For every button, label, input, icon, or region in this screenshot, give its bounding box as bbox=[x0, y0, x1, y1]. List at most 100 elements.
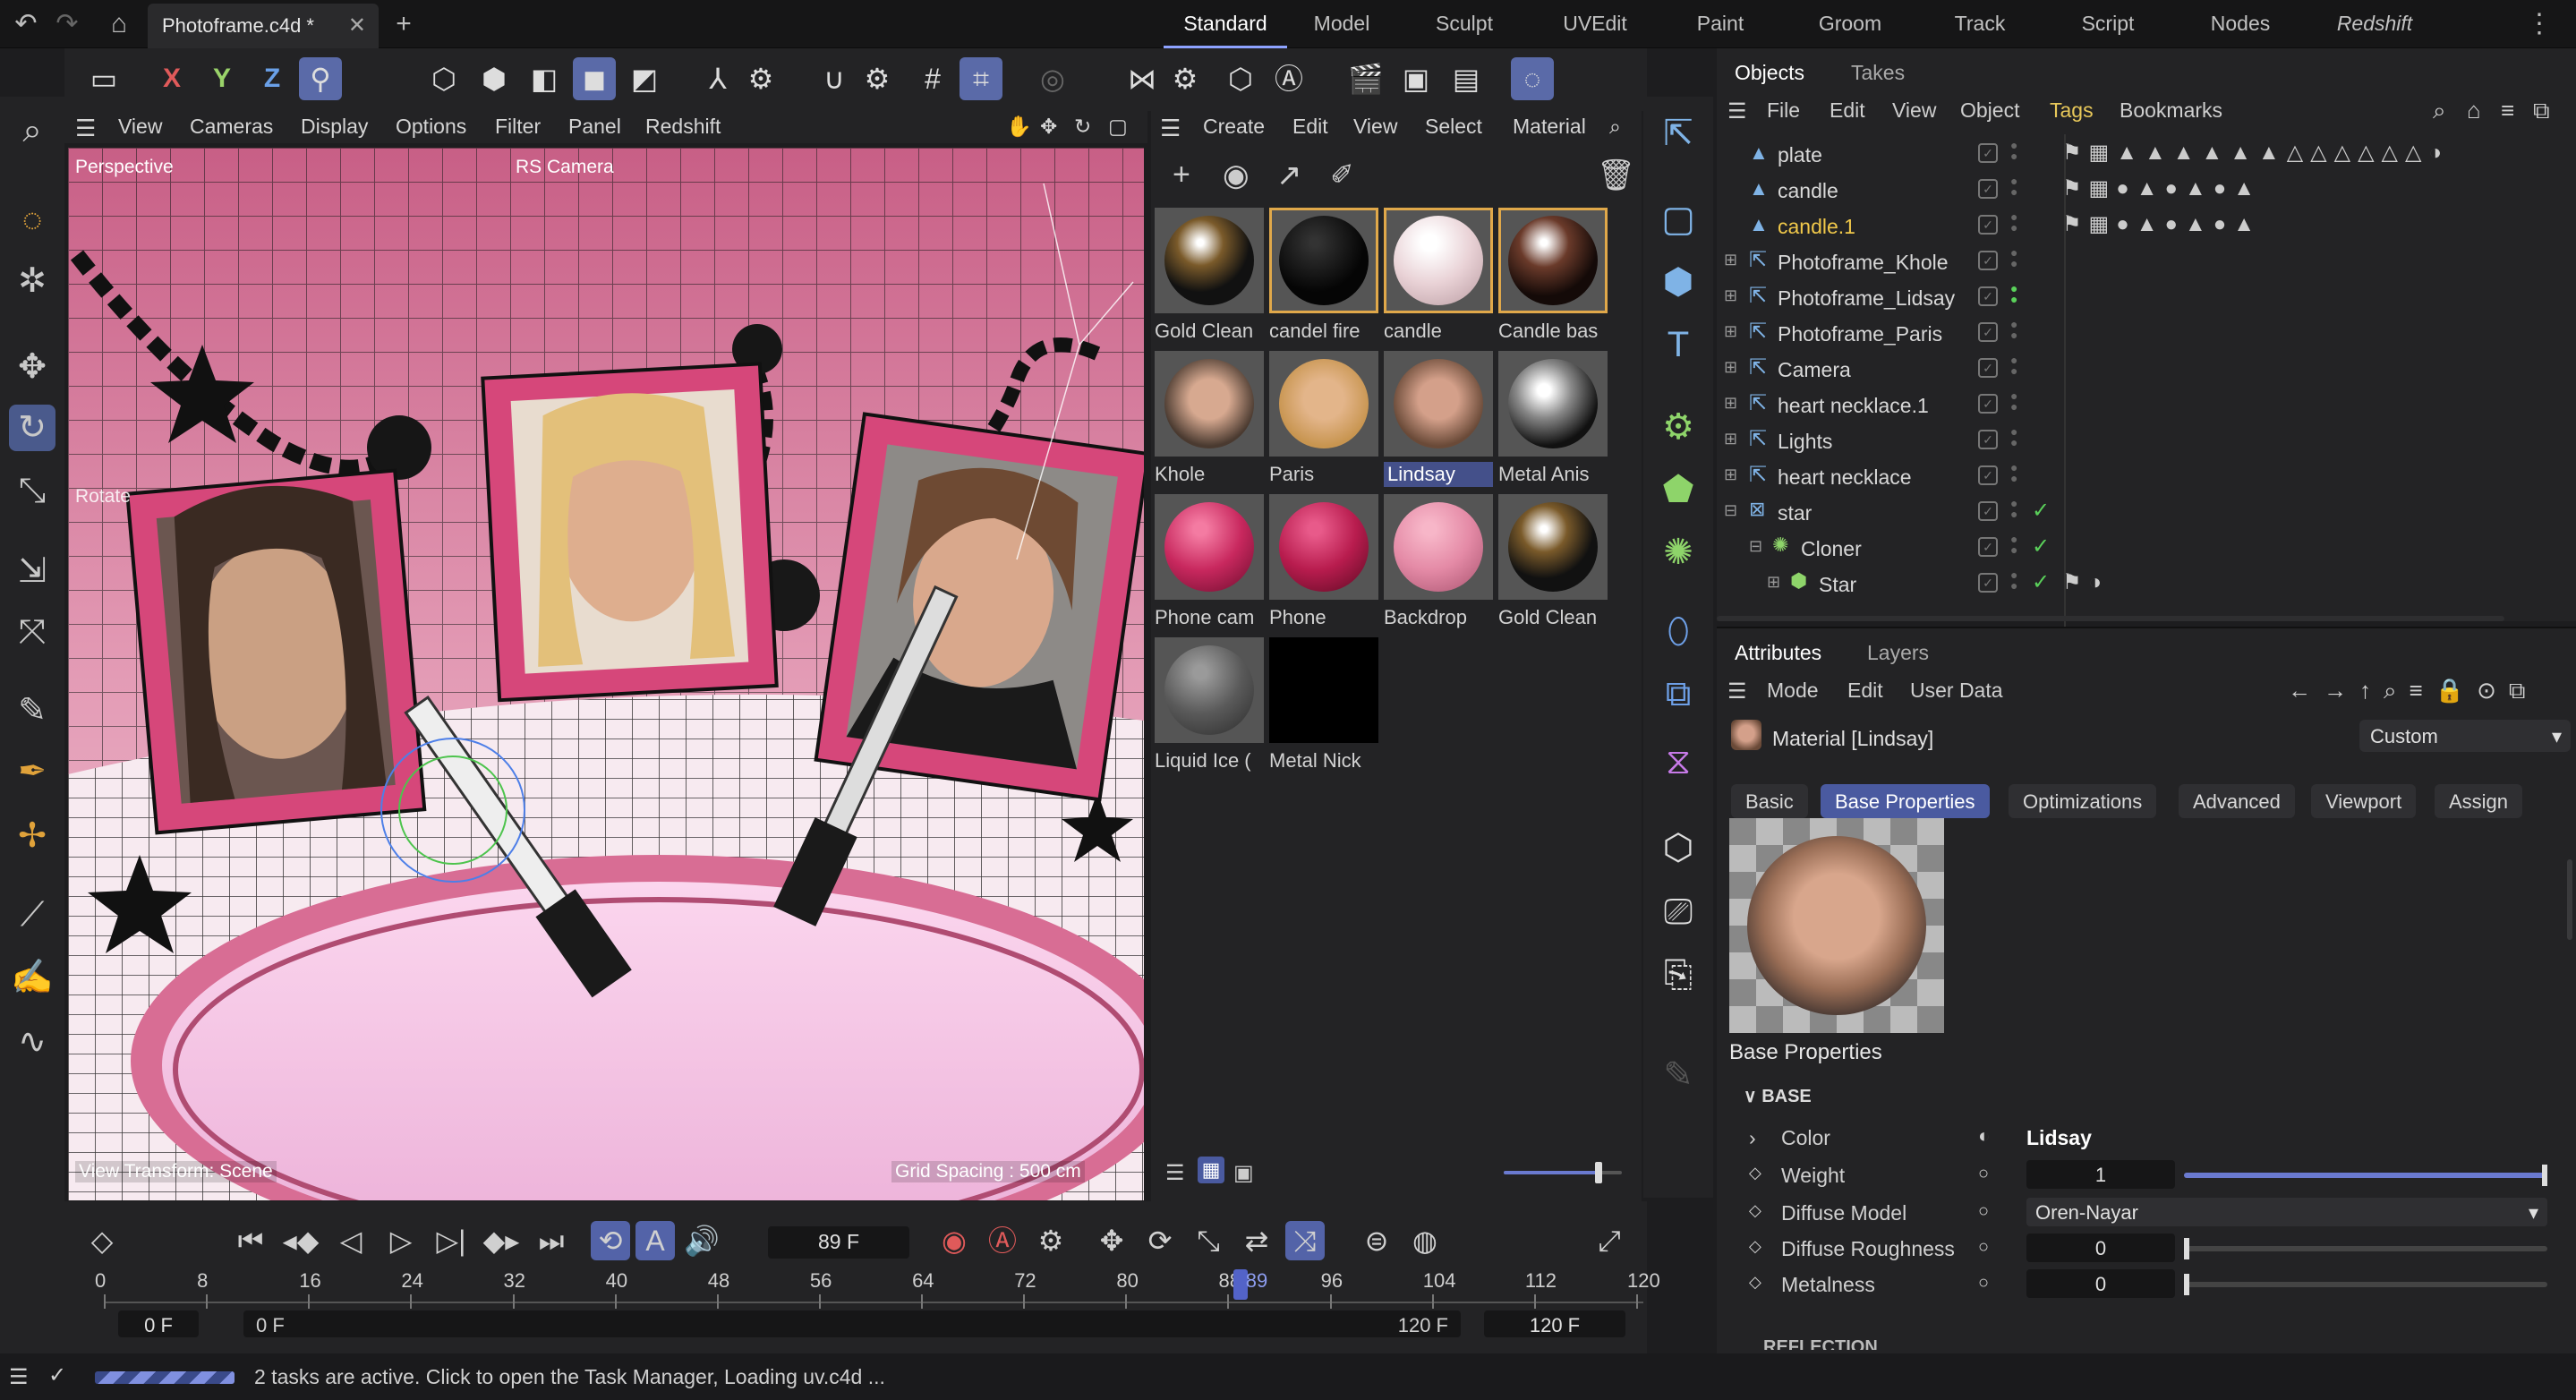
status-menu-icon[interactable]: ☰ bbox=[9, 1364, 29, 1390]
viewport-menu-panel[interactable]: Panel bbox=[568, 115, 621, 139]
tag-icons[interactable]: ⚑◑ bbox=[2062, 569, 2109, 595]
render-dots[interactable]: ● ● bbox=[2010, 533, 2019, 560]
edges-mode-icon[interactable]: ⬢ bbox=[473, 57, 516, 100]
keyframe-diamond-icon[interactable]: ◇ bbox=[1749, 1201, 1761, 1220]
viewport-camera-label[interactable]: RS Camera bbox=[516, 157, 614, 178]
attributes-menu-edit[interactable]: Edit bbox=[1847, 679, 1883, 703]
material-item[interactable]: Candle bas bbox=[1498, 208, 1608, 347]
object-row[interactable]: ⊞ ⇱ Photoframe_Paris ✓ ● ● bbox=[1717, 315, 2576, 351]
layout-tab-script[interactable]: Script bbox=[2043, 0, 2173, 48]
environment-icon[interactable]: ⬡ bbox=[1654, 824, 1702, 872]
material-item[interactable]: Phone cam bbox=[1155, 494, 1264, 634]
new-tab-icon[interactable]: + bbox=[387, 7, 421, 41]
enabled-check-icon[interactable]: ✓ bbox=[2032, 569, 2050, 595]
new-material-icon[interactable]: + bbox=[1173, 158, 1190, 192]
render-dots[interactable]: ● ● bbox=[2010, 497, 2019, 525]
object-row[interactable]: ⊞ ⬢ Star ✓ ● ● ✓ ⚑◑ bbox=[1717, 566, 2576, 602]
spline-edit-icon[interactable]: ✢ bbox=[9, 813, 55, 859]
material-item[interactable]: Lindsay bbox=[1384, 351, 1493, 491]
animate-circle-icon[interactable]: ○ bbox=[1978, 1273, 1989, 1293]
undo-icon[interactable]: ↶ bbox=[9, 7, 43, 41]
render-dots[interactable]: ● ● bbox=[2010, 175, 2019, 202]
viewport-menu-view[interactable]: View bbox=[118, 115, 162, 139]
search-icon[interactable]: ⌕ bbox=[9, 107, 55, 154]
enabled-check-icon[interactable]: ✓ bbox=[2032, 534, 2050, 559]
render-dots[interactable]: ● ● bbox=[2010, 139, 2019, 166]
list-view-icon[interactable]: ☰ bbox=[1165, 1160, 1185, 1186]
keyframe-diamond-icon[interactable]: ◇ bbox=[1749, 1164, 1761, 1182]
material-item[interactable]: Metal Nick bbox=[1269, 637, 1378, 777]
redo-icon[interactable]: ↷ bbox=[50, 7, 84, 41]
timeline-expand-icon[interactable]: ⤢ bbox=[1590, 1221, 1629, 1260]
viewport-menu-display[interactable]: Display bbox=[301, 115, 368, 139]
deformer-icon[interactable]: ⬯ bbox=[1654, 607, 1702, 655]
object-row[interactable]: ⊞ ⇱ Photoframe_Khole ✓ ● ● bbox=[1717, 243, 2576, 279]
diffuse-roughness-field[interactable]: 0 bbox=[2026, 1234, 2175, 1262]
objects-new-window-icon[interactable]: ⧉ bbox=[2533, 97, 2550, 125]
rotate-icon[interactable]: ↻ bbox=[9, 405, 55, 451]
objects-menu-object[interactable]: Object bbox=[1960, 98, 2019, 123]
cube-icon[interactable]: ⬢ bbox=[1654, 258, 1702, 306]
current-frame-field[interactable]: 89 F bbox=[768, 1226, 909, 1259]
object-row[interactable]: ⊟ ✺ Cloner ✓ ● ● ✓ bbox=[1717, 530, 2576, 566]
subtab-advanced[interactable]: Advanced bbox=[2179, 784, 2295, 818]
expand-icon[interactable]: ⊞ bbox=[1767, 573, 1780, 592]
objects-menu-file[interactable]: File bbox=[1767, 98, 1800, 123]
collapse-icon[interactable]: ⊟ bbox=[1724, 501, 1737, 520]
visibility-toggle[interactable]: ✓ bbox=[1978, 537, 1998, 557]
objects-filter-icon[interactable]: ≡ bbox=[2501, 97, 2514, 124]
autokey-icon[interactable]: Ⓐ bbox=[983, 1221, 1022, 1260]
render-dots[interactable]: ● ● bbox=[2010, 461, 2019, 489]
attributes-scrollbar[interactable] bbox=[2567, 859, 2572, 940]
visibility-toggle[interactable]: ✓ bbox=[1978, 394, 1998, 414]
model-mode-icon[interactable]: ◼ bbox=[573, 57, 616, 100]
key-rotation-icon[interactable]: ⟳ bbox=[1140, 1221, 1180, 1260]
objects-search-icon[interactable]: ⌕ bbox=[2433, 97, 2446, 125]
pen-icon[interactable]: ✎ bbox=[9, 687, 55, 734]
layout-tab-sculpt[interactable]: Sculpt bbox=[1396, 0, 1532, 48]
visibility-toggle[interactable]: ✓ bbox=[1978, 573, 1998, 593]
go-to-end-icon[interactable]: ⏭ bbox=[532, 1221, 571, 1260]
objects-menu-view[interactable]: View bbox=[1892, 98, 1936, 123]
weight-slider[interactable] bbox=[2184, 1165, 2547, 1186]
axis-mode-icon[interactable]: ⅄ bbox=[696, 57, 739, 100]
layout-tab-nodes[interactable]: Nodes bbox=[2173, 0, 2307, 48]
spline-rectangle-icon[interactable]: ▢ bbox=[1654, 195, 1702, 243]
auto-key-a-icon[interactable]: A bbox=[635, 1221, 675, 1260]
play-icon[interactable]: ▷ bbox=[381, 1221, 421, 1260]
material-menu-view[interactable]: View bbox=[1353, 115, 1397, 139]
redshift-ipr-icon[interactable]: ◌ bbox=[1511, 57, 1554, 100]
key-pla-icon[interactable]: ⤨ bbox=[1285, 1221, 1325, 1260]
keyframe-dot-icon[interactable]: ◐ bbox=[1978, 1124, 1990, 1148]
material-item[interactable]: candle bbox=[1384, 208, 1493, 347]
large-view-icon[interactable]: ▣ bbox=[1233, 1160, 1254, 1186]
objects-home-icon[interactable]: ⌂ bbox=[2467, 97, 2481, 124]
document-tab[interactable]: Photoframe.c4d * ✕ bbox=[148, 4, 379, 48]
tag-icons[interactable]: ⚑▦▲▲▲▲▲▲△△△△△△◑ bbox=[2062, 140, 2449, 166]
property-value[interactable]: Lidsay bbox=[2026, 1126, 2092, 1150]
objects-hamburger-icon[interactable]: ☰ bbox=[1727, 98, 1747, 124]
scheme-icon[interactable]: ◍ bbox=[1405, 1221, 1445, 1260]
volume-icon[interactable]: ⧖ bbox=[1654, 738, 1702, 786]
attributes-nav-icons[interactable]: ←→↑⌕≡🔒⊙⧉ bbox=[2288, 677, 2538, 705]
render-view-icon[interactable]: 🎬 bbox=[1344, 57, 1387, 100]
attributes-menu-mode[interactable]: Mode bbox=[1767, 679, 1819, 703]
subdivision-icon[interactable]: ⚙ bbox=[1654, 403, 1702, 451]
preview-size-slider[interactable] bbox=[1504, 1162, 1622, 1183]
frame-range-bar[interactable]: 0 F 120 F bbox=[243, 1310, 1461, 1337]
visibility-toggle[interactable]: ✓ bbox=[1978, 286, 1998, 306]
snap-settings-icon[interactable]: ⚙ bbox=[856, 57, 899, 100]
keyframe-diamond-icon[interactable]: ◇ bbox=[82, 1221, 122, 1260]
grid-view-icon[interactable]: ▦ bbox=[1198, 1157, 1224, 1183]
metalness-field[interactable]: 0 bbox=[2026, 1269, 2175, 1298]
pan-view-icon[interactable]: ✋ bbox=[1006, 115, 1032, 139]
points-mode-icon[interactable]: ⬡ bbox=[422, 57, 465, 100]
object-row[interactable]: ▲ plate ✓ ● ● ⚑▦▲▲▲▲▲▲△△△△△△◑ bbox=[1717, 136, 2576, 172]
objects-menu-tags[interactable]: Tags bbox=[2050, 98, 2094, 123]
layout-tab-track[interactable]: Track bbox=[1917, 0, 2043, 48]
soft-selection-icon[interactable]: ◎ bbox=[1031, 57, 1074, 100]
animate-circle-icon[interactable]: ○ bbox=[1978, 1164, 1989, 1184]
chevron-right-icon[interactable]: › bbox=[1749, 1126, 1756, 1150]
object-row[interactable]: ⊞ ⇱ Photoframe_Lidsay ✓ ● ● bbox=[1717, 279, 2576, 315]
grid-snap-icon[interactable]: # bbox=[911, 57, 954, 100]
